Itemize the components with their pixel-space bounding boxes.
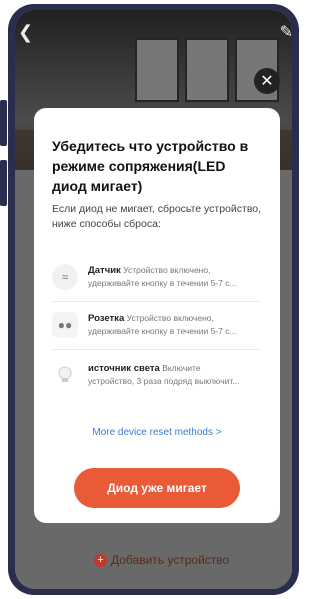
more-reset-methods-link[interactable]: More device reset methods > xyxy=(34,427,280,438)
close-icon: ✕ xyxy=(260,73,274,90)
phone-side-button xyxy=(0,160,7,206)
method-name: Датчик xyxy=(88,265,121,276)
method-desc-line1: Включите xyxy=(162,363,201,373)
method-desc-line2: удерживайте кнопку в течении 5-7 с... xyxy=(88,326,237,336)
method-desc-line1: Устройство включено, xyxy=(126,313,214,323)
add-device-button[interactable]: + Добавить устройство xyxy=(94,553,229,567)
close-button[interactable]: ✕ xyxy=(254,68,280,94)
method-name: источник света xyxy=(88,363,160,374)
pairing-modal: Убедитесь что устройство в режиме сопряж… xyxy=(34,108,280,523)
modal-subtitle: Если диод не мигает, сбросьте устройство… xyxy=(52,203,262,230)
method-desc-line1: Устройство включено, xyxy=(123,265,211,275)
reset-method-item[interactable]: ≈ Датчик Устройство включено, удерживайт… xyxy=(52,254,266,299)
reset-method-item[interactable]: ●● Розетка Устройство включено, удержива… xyxy=(52,302,266,347)
method-name: Розетка xyxy=(88,313,125,324)
method-desc-line2: устройство, 3 раза подряд выключит... xyxy=(88,376,240,386)
sensor-icon: ≈ xyxy=(52,263,78,290)
modal-title: Убедитесь что устройство в режиме сопряж… xyxy=(52,138,249,194)
method-desc-line2: удерживайте кнопку в течении 5-7 с... xyxy=(88,278,237,288)
divider xyxy=(52,349,262,350)
edit-pencil-icon[interactable]: ✎ xyxy=(280,22,293,42)
plus-icon: + xyxy=(94,553,107,567)
reset-method-item[interactable]: источник света Включите устройство, 3 ра… xyxy=(52,352,266,397)
diode-blinking-button[interactable]: Диод уже мигает xyxy=(74,468,240,508)
back-arrow-icon[interactable]: ❮ xyxy=(18,22,33,43)
add-device-label: Добавить устройство xyxy=(111,553,230,567)
socket-icon: ●● xyxy=(52,311,78,338)
bulb-icon xyxy=(52,361,78,388)
phone-side-button xyxy=(0,100,7,146)
